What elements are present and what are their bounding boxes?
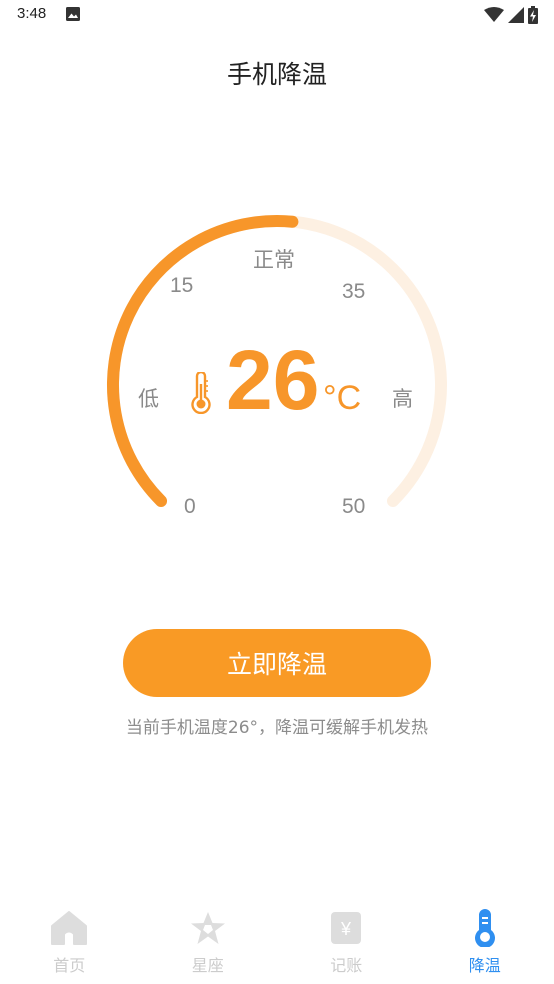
nav-item-home[interactable]: 首页 [0,900,139,984]
gauge-tick-0: 0 [184,495,196,518]
bottom-nav: 首页 星座 ¥ 记账 降温 [0,900,554,984]
nav-item-cooling[interactable]: 降温 [416,900,554,984]
ledger-icon: ¥ [326,908,366,948]
nav-item-constellation[interactable]: 星座 [139,900,278,984]
hint-text: 当前手机温度26°，降温可缓解手机发热 [125,718,429,738]
thermometer-icon [465,908,505,948]
gauge-dial [107,215,447,507]
gauge-tick-50: 50 [342,495,366,518]
nav-item-ledger[interactable]: ¥ 记账 [277,900,416,984]
nav-label-cooling: 降温 [468,956,501,975]
nav-label-ledger: 记账 [330,956,363,975]
star-icon [188,908,228,948]
gauge-label-low: 低 [138,388,159,411]
temperature-value: 26 [226,333,320,427]
home-icon [49,908,89,948]
gauge-label-normal: 正常 [253,249,295,272]
cool-down-button[interactable]: 立即降温 [123,629,431,697]
temperature-gauge: 正常 15 35 低 高 0 50 26 °C [0,0,554,600]
svg-text:¥: ¥ [340,919,352,939]
nav-label-constellation: 星座 [191,956,224,975]
gauge-tick-15: 15 [170,274,194,297]
gauge-tick-35: 35 [342,280,366,303]
thermometer-icon [191,372,211,414]
app-screen: 3:48 手机降温 正常 15 35 低 高 0 50 26 °C 立即降温 当… [0,0,554,984]
nav-label-home: 首页 [53,956,86,975]
gauge-label-high: 高 [392,388,413,411]
temperature-unit: °C [323,379,362,417]
